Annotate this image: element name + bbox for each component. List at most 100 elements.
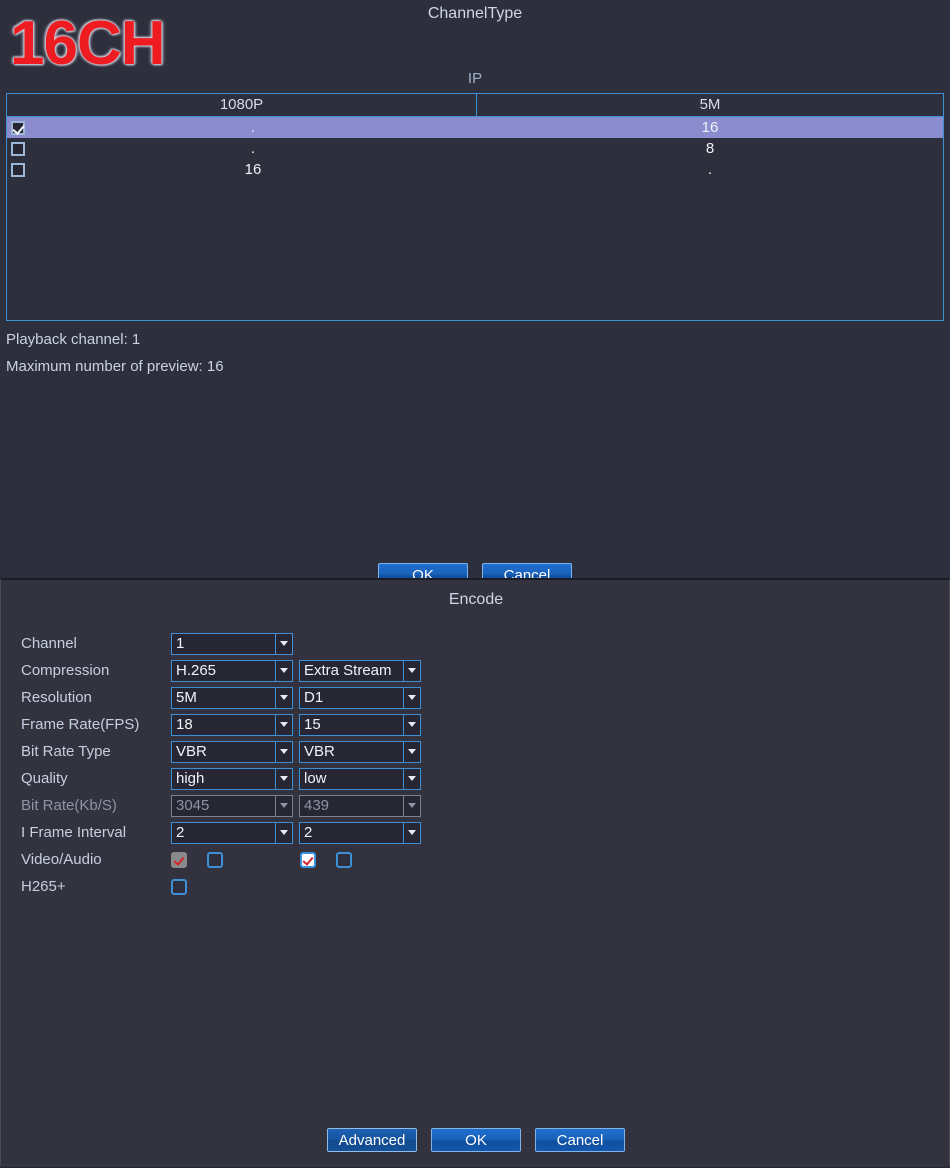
maximum-preview-info: Maximum number of preview: 16 [6, 358, 224, 375]
i-frame-interval-main-select-value: 2 [176, 823, 185, 841]
chevron-down-icon[interactable] [275, 741, 292, 762]
h265plus-row: H265+ [21, 873, 427, 900]
row-checkbox-cell[interactable] [7, 162, 29, 177]
chevron-down-icon [275, 795, 292, 816]
chevron-down-icon [403, 795, 420, 816]
main-stream-audio-checkbox[interactable] [207, 851, 223, 868]
chevron-down-icon[interactable] [403, 714, 420, 735]
cell-1080p: 16 [244, 161, 262, 178]
checkbox-checked-icon[interactable] [11, 120, 25, 135]
sub-stream-video-checkbox[interactable] [300, 851, 316, 868]
video-audio-row: Video/Audio [21, 846, 427, 873]
bit-rate-type-sub-select[interactable]: VBR [299, 740, 421, 763]
h265plus-checkbox-slot [171, 878, 207, 895]
bit-rate-type-main-select-value: VBR [176, 742, 207, 760]
compression-main-select-value: H.265 [176, 661, 217, 679]
encode-field-row: Bit Rate(Kb/S) 3045 439 [21, 792, 427, 819]
chevron-down-icon[interactable] [275, 768, 292, 789]
encode-field-row: Channel 1 [21, 630, 427, 657]
cell-5m: 16 [701, 119, 719, 136]
channel-type-window: ChannelType 16CH IP 1080P 5M . 16. 8 16. Pl… [0, 0, 950, 588]
table-row[interactable]: 16. [7, 159, 943, 180]
sub-stream-video-checkbox-slot [300, 851, 336, 868]
compression-main-select[interactable]: H.265 [171, 659, 293, 682]
h265plus-checkbox[interactable] [171, 878, 187, 895]
quality-sub-select[interactable]: low [299, 767, 421, 790]
main-stream-video-checkbox [171, 851, 187, 868]
frame-rate-fps-main-select[interactable]: 18 [171, 713, 293, 736]
i-frame-interval-sub-select[interactable]: 2 [299, 821, 421, 844]
quality-sub-select-value: low [304, 769, 327, 787]
checkbox-unchecked-icon[interactable] [11, 162, 25, 177]
bit-rate-type-main-select[interactable]: VBR [171, 740, 293, 763]
chevron-down-icon[interactable] [403, 660, 420, 681]
chevron-down-icon[interactable] [403, 768, 420, 789]
encode-window: Encode Channel 1 Compression H.265 Extra Str… [0, 578, 950, 1166]
h265plus-label: H265+ [21, 878, 66, 895]
main-stream-audio-checkbox-slot [207, 851, 300, 868]
advanced-button[interactable]: Advanced [327, 1128, 417, 1152]
row-checkbox-cell[interactable] [7, 120, 29, 135]
bit-rate-kb-s-sub-select-value: 439 [304, 796, 330, 814]
cell-5m: 8 [705, 140, 715, 157]
main-stream-video-checkbox-slot [171, 851, 207, 868]
chevron-down-icon[interactable] [275, 714, 292, 735]
frame-rate-fps-sub-select-value: 15 [304, 715, 321, 733]
cell-5m: . [707, 161, 713, 178]
encode-title: Encode [448, 591, 504, 608]
encode-form: Channel 1 Compression H.265 Extra Stream Reso… [21, 630, 427, 900]
frame-rate-fps-sub-select[interactable]: 15 [299, 713, 421, 736]
field-label: Bit Rate Type [21, 743, 111, 760]
field-label: Compression [21, 662, 110, 679]
chevron-down-icon[interactable] [403, 687, 420, 708]
quality-main-select[interactable]: high [171, 767, 293, 790]
table-body: . 16. 8 16. [7, 117, 943, 180]
channel-main-select-value: 1 [176, 634, 185, 652]
field-label: Bit Rate(Kb/S) [21, 797, 117, 814]
nvr-screen: smar technology development smar technol… [0, 0, 950, 1168]
channel-count-logo: 16CH [10, 9, 166, 78]
sub-stream-audio-checkbox[interactable] [336, 851, 352, 868]
bit-rate-kb-s-main-select: 3045 [171, 794, 293, 817]
encode-button-bar: Advanced OK Cancel [1, 1128, 950, 1152]
encode-field-row: Frame Rate(FPS) 18 15 [21, 711, 427, 738]
resolution-main-select-value: 5M [176, 688, 197, 706]
i-frame-interval-main-select[interactable]: 2 [171, 821, 293, 844]
quality-main-select-value: high [176, 769, 205, 787]
column-header-5m: 5M [699, 96, 721, 113]
chevron-down-icon[interactable] [275, 687, 292, 708]
resolution-sub-select[interactable]: D1 [299, 686, 421, 709]
chevron-down-icon[interactable] [403, 822, 420, 843]
table-row[interactable]: . 16 [7, 117, 943, 138]
frame-rate-fps-main-select-value: 18 [176, 715, 193, 733]
checkbox-unchecked-icon[interactable] [11, 141, 25, 156]
field-label: Channel [21, 635, 77, 652]
chevron-down-icon[interactable] [275, 633, 292, 654]
encode-cancel-button[interactable]: Cancel [535, 1128, 625, 1152]
chevron-down-icon[interactable] [403, 741, 420, 762]
compression-sub-select-value: Extra Stream [304, 661, 392, 679]
field-label: Quality [21, 770, 68, 787]
chevron-down-icon[interactable] [275, 822, 292, 843]
table-header-row: 1080P 5M [7, 94, 943, 117]
video-audio-label: Video/Audio [21, 851, 102, 868]
table-row[interactable]: .8 [7, 138, 943, 159]
resolution-sub-select-value: D1 [304, 688, 324, 706]
playback-channel-info: Playback channel: 1 [6, 331, 141, 348]
encode-ok-button[interactable]: OK [431, 1128, 521, 1152]
compression-sub-select[interactable]: Extra Stream [299, 659, 421, 682]
encode-field-row: Resolution 5M D1 [21, 684, 427, 711]
resolution-main-select[interactable]: 5M [171, 686, 293, 709]
field-label: Resolution [21, 689, 92, 706]
row-checkbox-cell[interactable] [7, 141, 29, 156]
encode-field-row: Quality high low [21, 765, 427, 792]
column-header-1080p: 1080P [7, 94, 477, 116]
bit-rate-type-sub-select-value: VBR [304, 742, 335, 760]
encode-field-row: I Frame Interval 2 2 [21, 819, 427, 846]
cell-1080p: . [250, 119, 256, 136]
chevron-down-icon[interactable] [275, 660, 292, 681]
channel-main-select[interactable]: 1 [171, 632, 293, 655]
encode-field-row: Compression H.265 Extra Stream [21, 657, 427, 684]
sub-stream-audio-checkbox-slot [336, 851, 372, 868]
bit-rate-kb-s-sub-select: 439 [299, 794, 421, 817]
